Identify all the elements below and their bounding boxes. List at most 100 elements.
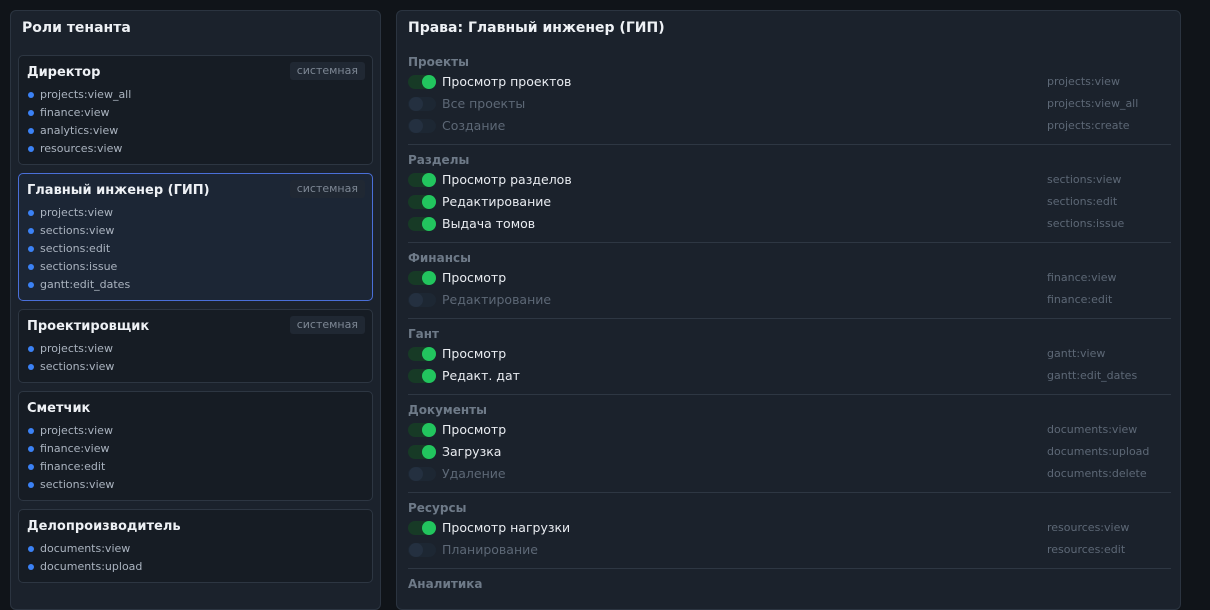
- permission-row[interactable]: Редакт. дат gantt:edit_dates: [408, 365, 1168, 387]
- permission-label: Просмотр нагрузки: [442, 520, 571, 535]
- bullet-dot-icon: [28, 563, 34, 570]
- role-card[interactable]: Сметчик projects:view finance:view finance:…: [18, 391, 373, 501]
- permission-row[interactable]: Просмотр проектов projects:view: [408, 71, 1168, 93]
- permission-label: Создание: [442, 118, 506, 133]
- permission-row[interactable]: Просмотр documents:view: [408, 419, 1168, 441]
- role-permission-key: projects:view: [40, 206, 113, 219]
- permission-key: projects:create: [1047, 119, 1130, 132]
- permission-group-title: Разделы: [408, 153, 470, 167]
- permission-toggle[interactable]: [408, 293, 436, 307]
- toggle-knob: [409, 97, 423, 111]
- toggle-knob: [422, 217, 436, 231]
- role-permission-item: gantt:edit_dates: [27, 276, 364, 294]
- toggle-knob: [409, 543, 423, 557]
- system-role-badge: системная: [289, 180, 365, 198]
- bullet-dot-icon: [28, 91, 34, 98]
- permission-toggle[interactable]: [408, 543, 436, 557]
- role-permission-key: documents:upload: [40, 560, 143, 573]
- permission-label: Планирование: [442, 542, 538, 557]
- role-permission-key: finance:view: [40, 106, 110, 119]
- role-card[interactable]: Делопроизводитель documents:view documents…: [18, 509, 373, 583]
- bullet-dot-icon: [28, 263, 34, 270]
- role-permission-item: sections:edit: [27, 240, 364, 258]
- permission-row[interactable]: Просмотр нагрузки resources:view: [408, 517, 1168, 539]
- permission-toggle[interactable]: [408, 347, 436, 361]
- permission-toggle[interactable]: [408, 119, 436, 133]
- roles-panel: Роли тенанта Директор системная projects:v…: [10, 10, 381, 610]
- permission-row[interactable]: Просмотр finance:view: [408, 267, 1168, 289]
- permission-row[interactable]: Просмотр разделов sections:view: [408, 169, 1168, 191]
- role-permission-item: finance:view: [27, 440, 364, 458]
- permission-row[interactable]: Загрузка documents:upload: [408, 441, 1168, 463]
- permission-key: sections:issue: [1047, 217, 1125, 230]
- permission-row[interactable]: Редактирование sections:edit: [408, 191, 1168, 213]
- permission-row[interactable]: Просмотр gantt:view: [408, 343, 1168, 365]
- role-permission-key: sections:edit: [40, 242, 111, 255]
- permission-row[interactable]: Планирование resources:edit: [408, 539, 1168, 561]
- permission-label: Редакт. дат: [442, 368, 520, 383]
- role-permission-list: projects:view finance:view finance:edit sec…: [27, 422, 364, 494]
- bullet-dot-icon: [28, 427, 34, 434]
- permission-group-title: Финансы: [408, 251, 471, 265]
- permission-row[interactable]: Редактирование finance:edit: [408, 289, 1168, 311]
- group-divider: [408, 568, 1171, 569]
- group-divider: [408, 318, 1171, 319]
- role-permission-key: projects:view: [40, 342, 113, 355]
- permission-row[interactable]: Все проекты projects:view_all: [408, 93, 1168, 115]
- permission-group-title: Документы: [408, 403, 487, 417]
- permission-toggle[interactable]: [408, 173, 436, 187]
- bullet-dot-icon: [28, 463, 34, 470]
- toggle-knob: [422, 173, 436, 187]
- role-permission-item: projects:view: [27, 204, 364, 222]
- role-card[interactable]: Проектировщик системная projects:view secti…: [18, 309, 373, 383]
- permission-row[interactable]: Выдача томов sections:issue: [408, 213, 1168, 235]
- role-card[interactable]: Главный инженер (ГИП) системная projects:v…: [18, 173, 373, 301]
- role-permission-item: projects:view_all: [27, 86, 364, 104]
- bullet-dot-icon: [28, 227, 34, 234]
- permission-toggle[interactable]: [408, 445, 436, 459]
- permission-toggle[interactable]: [408, 217, 436, 231]
- role-permission-item: sections:view: [27, 222, 364, 240]
- toggle-knob: [422, 521, 436, 535]
- role-permission-item: sections:view: [27, 358, 364, 376]
- permission-toggle[interactable]: [408, 195, 436, 209]
- toggle-knob: [409, 119, 423, 133]
- role-permission-key: documents:view: [40, 542, 131, 555]
- role-name: Сметчик: [27, 401, 91, 416]
- system-role-badge: системная: [289, 316, 365, 334]
- permission-key: projects:view_all: [1047, 97, 1139, 110]
- permission-toggle[interactable]: [408, 271, 436, 285]
- bullet-dot-icon: [28, 145, 34, 152]
- permission-toggle[interactable]: [408, 467, 436, 481]
- system-role-badge: системная: [289, 62, 365, 80]
- permission-key: finance:view: [1047, 271, 1117, 284]
- group-divider: [408, 492, 1171, 493]
- permission-label: Просмотр разделов: [442, 172, 572, 187]
- permission-toggle[interactable]: [408, 423, 436, 437]
- permission-key: sections:edit: [1047, 195, 1118, 208]
- permission-toggle[interactable]: [408, 97, 436, 111]
- role-permission-list: projects:view sections:view: [27, 340, 364, 376]
- toggle-knob: [422, 271, 436, 285]
- permission-toggle[interactable]: [408, 369, 436, 383]
- role-permission-key: finance:view: [40, 442, 110, 455]
- role-permission-key: sections:view: [40, 224, 115, 237]
- permission-label: Выдача томов: [442, 216, 536, 231]
- permission-toggle[interactable]: [408, 75, 436, 89]
- role-permission-list: projects:view sections:view sections:edit s…: [27, 204, 364, 294]
- role-permission-item: documents:view: [27, 540, 364, 558]
- permission-toggle[interactable]: [408, 521, 436, 535]
- role-permission-key: finance:edit: [40, 460, 106, 473]
- permission-key: documents:view: [1047, 423, 1138, 436]
- permission-row[interactable]: Создание projects:create: [408, 115, 1168, 137]
- role-permission-key: analytics:view: [40, 124, 119, 137]
- role-permission-item: resources:view: [27, 140, 364, 158]
- permission-label: Редактирование: [442, 194, 552, 209]
- bullet-dot-icon: [28, 245, 34, 252]
- role-card[interactable]: Директор системная projects:view_all financ…: [18, 55, 373, 165]
- permission-key: resources:view: [1047, 521, 1130, 534]
- permission-row[interactable]: Удаление documents:delete: [408, 463, 1168, 485]
- role-permission-key: sections:view: [40, 478, 115, 491]
- permission-label: Все проекты: [442, 96, 526, 111]
- group-divider: [408, 394, 1171, 395]
